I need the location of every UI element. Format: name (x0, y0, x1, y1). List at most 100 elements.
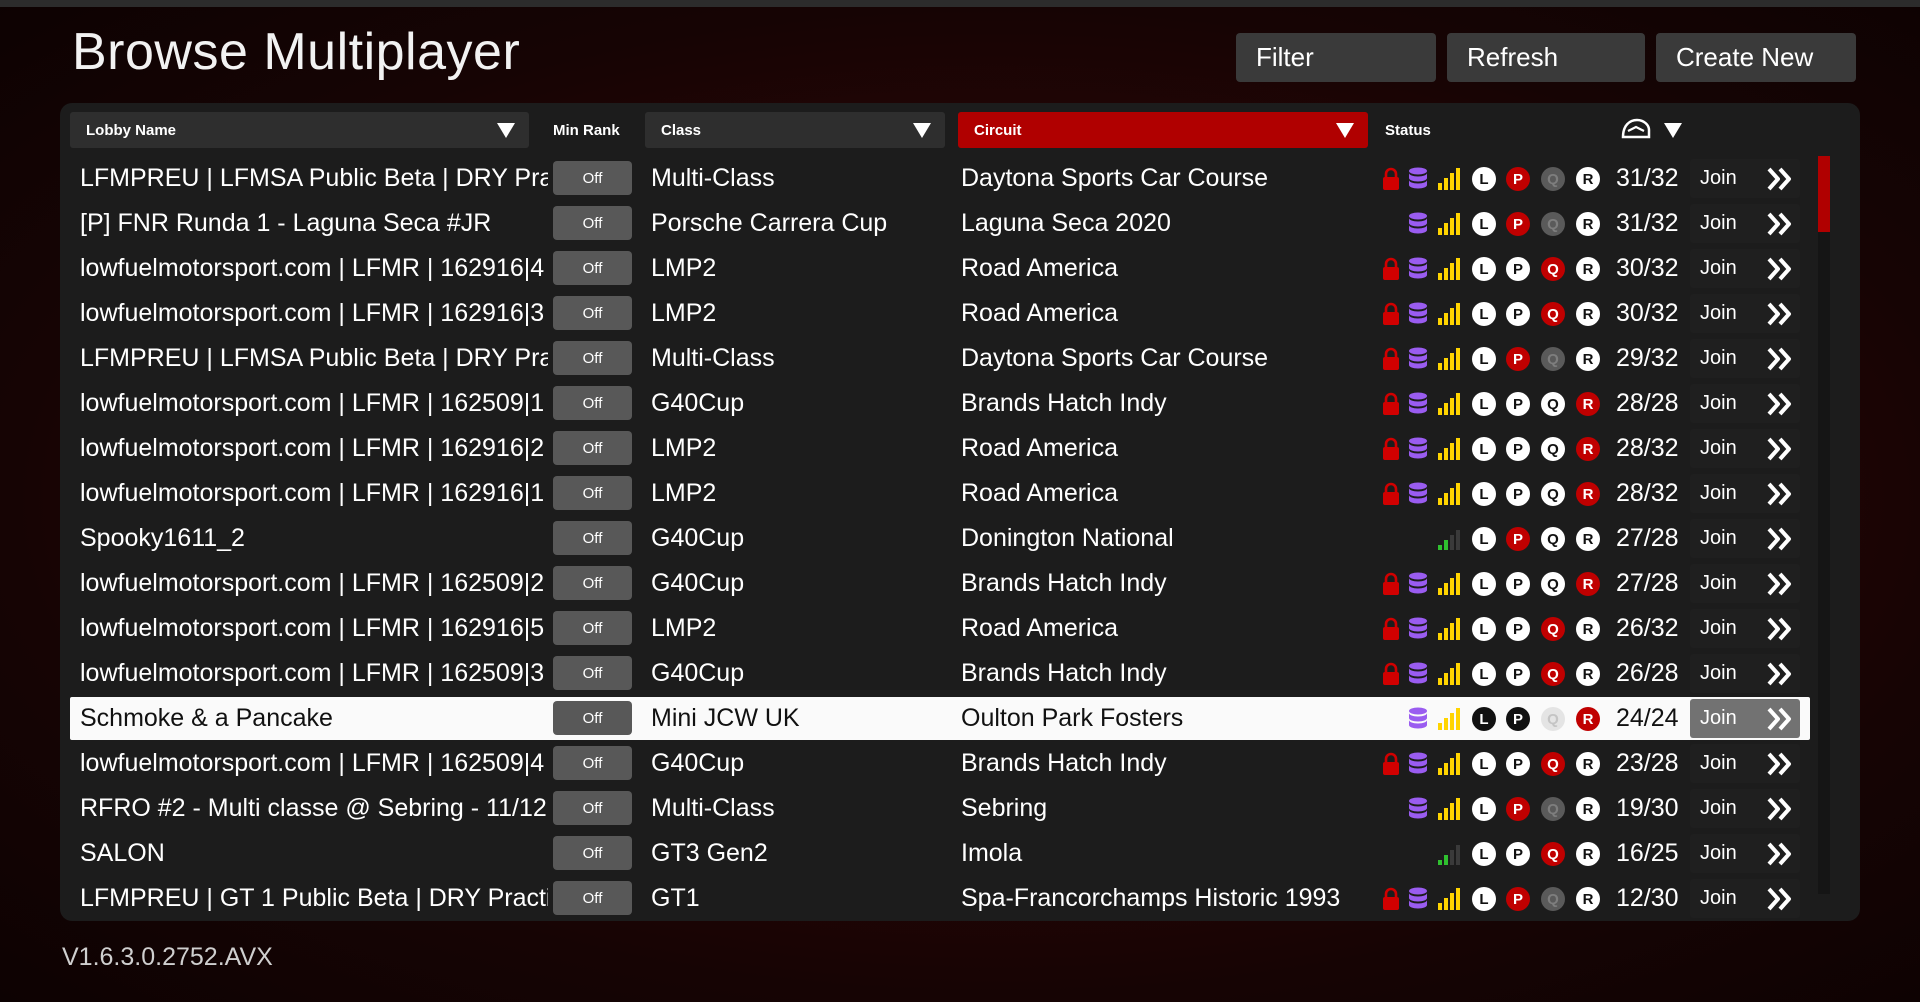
signal-strength-icon (1437, 876, 1463, 921)
circuit-name: Road America (961, 614, 1119, 642)
double-chevron-right-icon (1766, 437, 1794, 466)
lobby-row[interactable]: lowfuelmotorsport.com | LFMR | 162509|1 O… (70, 381, 1810, 426)
join-button[interactable]: Join (1690, 744, 1800, 783)
join-button[interactable]: Join (1690, 294, 1800, 333)
driver-filter-header[interactable] (1620, 112, 1695, 148)
lobby-row[interactable]: SALON Off GT3 Gen2 Imola L P Q R 16/25 Join (70, 831, 1810, 876)
min-rank-toggle[interactable]: Off (553, 386, 632, 420)
database-icon (1407, 201, 1429, 246)
lobby-row[interactable]: lowfuelmotorsport.com | LFMR | 162916|1 O… (70, 471, 1810, 516)
qualifying-session-indicator: Q (1541, 257, 1565, 281)
min-rank-toggle[interactable]: Off (553, 296, 632, 330)
join-label: Join (1700, 302, 1737, 324)
car-class: Mini JCW UK (651, 704, 800, 732)
lap-session-indicator: L (1472, 392, 1496, 416)
join-button[interactable]: Join (1690, 159, 1800, 198)
min-rank-toggle[interactable]: Off (553, 251, 632, 285)
class-column-header[interactable]: Class (645, 112, 945, 148)
lap-session-indicator: L (1472, 662, 1496, 686)
double-chevron-right-icon (1766, 617, 1794, 646)
join-button[interactable]: Join (1690, 249, 1800, 288)
min-rank-toggle[interactable]: Off (553, 566, 632, 600)
filter-button[interactable]: Filter (1236, 33, 1436, 82)
min-rank-toggle[interactable]: Off (553, 476, 632, 510)
min-rank-toggle[interactable]: Off (553, 341, 632, 375)
car-class: G40Cup (651, 569, 745, 597)
race-session-indicator: R (1576, 167, 1600, 191)
min-rank-toggle[interactable]: Off (553, 656, 632, 690)
join-label: Join (1700, 797, 1737, 819)
player-count: 31/32 (1616, 209, 1679, 237)
circuit-column-header[interactable]: Circuit (958, 112, 1368, 148)
car-class: G40Cup (651, 524, 745, 552)
lap-session-indicator: L (1472, 797, 1496, 821)
lock-icon (1381, 426, 1401, 471)
scrollbar-track[interactable] (1818, 156, 1830, 894)
min-rank-toggle[interactable]: Off (553, 701, 632, 735)
lobby-row[interactable]: lowfuelmotorsport.com | LFMR | 162916|2 O… (70, 426, 1810, 471)
lobby-row[interactable]: [P] FNR Runda 1 - Laguna Seca #JR Off Pors… (70, 201, 1810, 246)
double-chevron-right-icon (1766, 212, 1794, 241)
lobby-name: Spooky1611_2 (80, 524, 245, 552)
race-session-indicator: R (1576, 797, 1600, 821)
practice-session-indicator: P (1506, 167, 1530, 191)
scrollbar-thumb[interactable] (1818, 156, 1830, 232)
database-icon (1407, 606, 1429, 651)
refresh-button[interactable]: Refresh (1447, 33, 1645, 82)
min-rank-toggle[interactable]: Off (553, 746, 632, 780)
join-button[interactable]: Join (1690, 654, 1800, 693)
join-button[interactable]: Join (1690, 429, 1800, 468)
lobby-row[interactable]: LFMPREU | GT 1 Public Beta | DRY Practic… (70, 876, 1810, 921)
lobby-row[interactable]: lowfuelmotorsport.com | LFMR | 162509|2 O… (70, 561, 1810, 606)
min-rank-toggle[interactable]: Off (553, 836, 632, 870)
join-button[interactable]: Join (1690, 204, 1800, 243)
min-rank-toggle[interactable]: Off (553, 161, 632, 195)
player-count: 24/24 (1616, 704, 1679, 732)
lobby-row[interactable]: LFMPREU | LFMSA Public Beta | DRY Practi… (70, 336, 1810, 381)
min-rank-toggle[interactable]: Off (553, 431, 632, 465)
min-rank-toggle[interactable]: Off (553, 611, 632, 645)
join-button[interactable]: Join (1690, 564, 1800, 603)
min-rank-column-header[interactable]: Min Rank (553, 112, 643, 148)
lobby-row[interactable]: lowfuelmotorsport.com | LFMR | 162916|4 O… (70, 246, 1810, 291)
join-button[interactable]: Join (1690, 339, 1800, 378)
qualifying-session-indicator: Q (1541, 302, 1565, 326)
lobby-row[interactable]: RFRO #2 - Multi classe @ Sebring - 11/12… (70, 786, 1810, 831)
practice-session-indicator: P (1506, 752, 1530, 776)
lobby-row[interactable]: Schmoke & a Pancake Off Mini JCW UK Oulton … (70, 696, 1810, 741)
lock-icon (1381, 651, 1401, 696)
player-count: 28/32 (1616, 434, 1679, 462)
lobby-row[interactable]: lowfuelmotorsport.com | LFMR | 162509|3 O… (70, 651, 1810, 696)
double-chevron-right-icon (1766, 797, 1794, 826)
join-button[interactable]: Join (1690, 474, 1800, 513)
lobby-row[interactable]: lowfuelmotorsport.com | LFMR | 162916|3 O… (70, 291, 1810, 336)
join-button[interactable]: Join (1690, 789, 1800, 828)
min-rank-toggle[interactable]: Off (553, 521, 632, 555)
join-button[interactable]: Join (1690, 609, 1800, 648)
player-count: 30/32 (1616, 299, 1679, 327)
join-button[interactable]: Join (1690, 834, 1800, 873)
car-class: Porsche Carrera Cup (651, 209, 888, 237)
create-new-button[interactable]: Create New (1656, 33, 1856, 82)
join-label: Join (1700, 572, 1737, 594)
lobby-row[interactable]: lowfuelmotorsport.com | LFMR | 162916|5 O… (70, 606, 1810, 651)
car-class: GT3 Gen2 (651, 839, 768, 867)
join-label: Join (1700, 752, 1737, 774)
join-button[interactable]: Join (1690, 879, 1800, 918)
join-button[interactable]: Join (1690, 519, 1800, 558)
lobby-row[interactable]: lowfuelmotorsport.com | LFMR | 162509|4 O… (70, 741, 1810, 786)
qualifying-session-indicator: Q (1541, 437, 1565, 461)
min-rank-toggle[interactable]: Off (553, 206, 632, 240)
lap-session-indicator: L (1472, 302, 1496, 326)
join-button[interactable]: Join (1690, 384, 1800, 423)
practice-session-indicator: P (1506, 572, 1530, 596)
lobby-row[interactable]: LFMPREU | LFMSA Public Beta | DRY Practi… (70, 156, 1810, 201)
player-count: 28/32 (1616, 479, 1679, 507)
min-rank-toggle[interactable]: Off (553, 881, 632, 915)
status-column-header[interactable]: Status (1385, 112, 1465, 148)
lobby-name-column-header[interactable]: Lobby Name (70, 112, 529, 148)
lobby-name: lowfuelmotorsport.com | LFMR | 162916|3 (80, 299, 545, 327)
lobby-row[interactable]: Spooky1611_2 Off G40Cup Donington National L… (70, 516, 1810, 561)
min-rank-toggle[interactable]: Off (553, 791, 632, 825)
join-button[interactable]: Join (1690, 699, 1800, 738)
